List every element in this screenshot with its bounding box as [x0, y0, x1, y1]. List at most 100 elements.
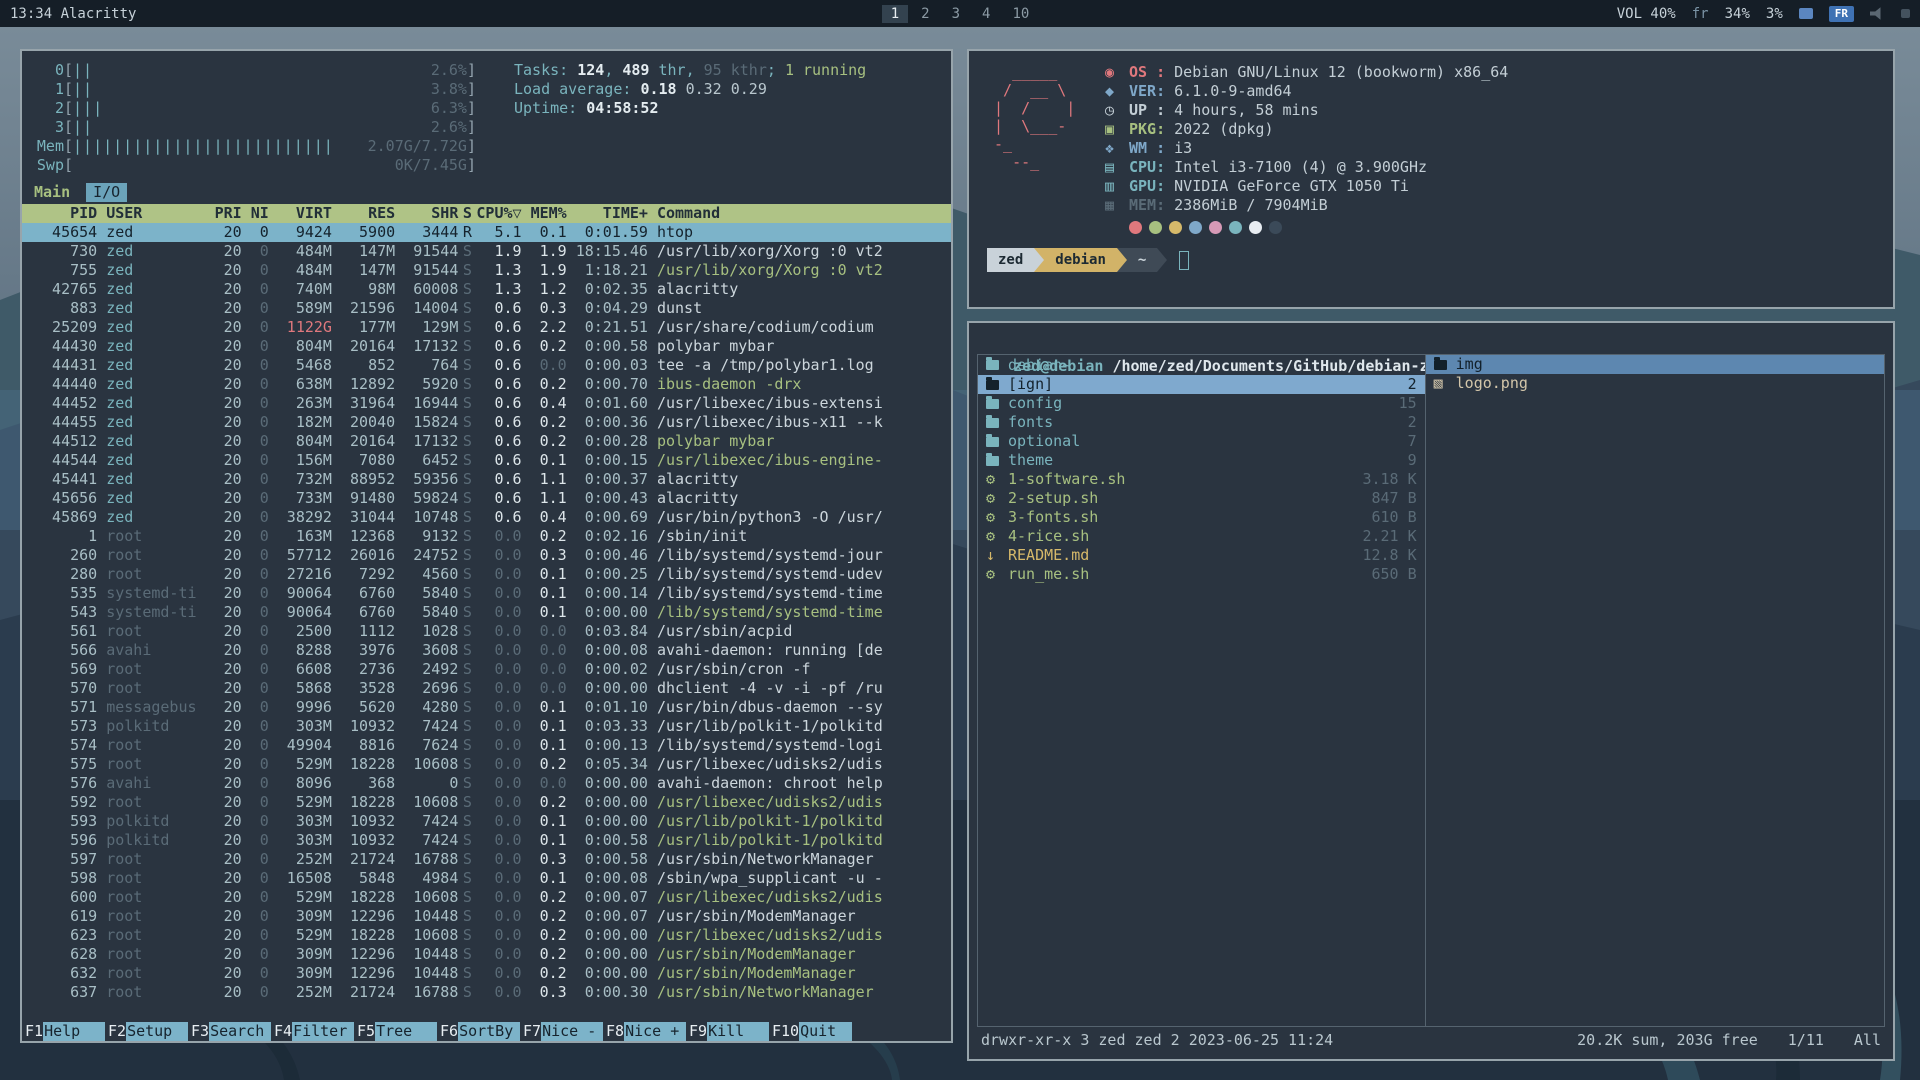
file-item-config[interactable]: config15	[978, 394, 1425, 413]
file-item-2-setup-sh[interactable]: ⚙2-setup.sh847 B	[978, 489, 1425, 508]
process-row-574[interactable]: 574root2004990488167624S0.00.10:00.13/li…	[22, 736, 951, 755]
process-row-42765[interactable]: 42765zed200740M98M60008S1.31.20:02.35ala…	[22, 280, 951, 299]
column-header-shr[interactable]: SHR	[395, 204, 458, 223]
process-row-44431[interactable]: 44431zed2005468852764S0.60.00:00.03tee -…	[22, 356, 951, 375]
process-row-596[interactable]: 596polkitd200303M109327424S0.00.10:00.58…	[22, 831, 951, 850]
process-row-45441[interactable]: 45441zed200732M8895259356S0.61.10:00.37a…	[22, 470, 951, 489]
column-header-virt[interactable]: VIRT	[269, 204, 332, 223]
file-item-theme[interactable]: theme9	[978, 451, 1425, 470]
file-item-4-rice-sh[interactable]: ⚙4-rice.sh2.21 K	[978, 527, 1425, 546]
tasks-line: Tasks: 124, 489 thr, 95 kthr; 1 running	[514, 61, 866, 80]
process-row-575[interactable]: 575root200529M1822810608S0.00.20:05.34/u…	[22, 755, 951, 774]
column-header-pri[interactable]: PRI	[206, 204, 242, 223]
file-item-run-me-sh[interactable]: ⚙run_me.sh650 B	[978, 565, 1425, 584]
file-item-img[interactable]: img	[1426, 355, 1884, 374]
fkey-f10[interactable]: F10Quit	[769, 1022, 852, 1041]
terminal-color-dots	[1129, 221, 1877, 234]
file-item-ign[interactable]: [ign]2	[978, 375, 1425, 394]
process-row-730[interactable]: 730zed200484M147M91544S1.91.918:15.46/us…	[22, 242, 951, 261]
process-row-883[interactable]: 883zed200589M2159614004S0.60.30:04.29dun…	[22, 299, 951, 318]
fkey-f5[interactable]: F5Tree	[354, 1022, 437, 1041]
process-row-45654[interactable]: 45654zed200942459003444R5.10.10:01.59hto…	[22, 223, 951, 242]
process-row-571[interactable]: 571messagebus200999656204280S0.00.10:01.…	[22, 698, 951, 717]
process-row-600[interactable]: 600root200529M1822810608S0.00.20:00.07/u…	[22, 888, 951, 907]
column-header-ni[interactable]: NI	[242, 204, 269, 223]
fkey-f1[interactable]: F1Help	[22, 1022, 105, 1041]
process-row-561[interactable]: 561root200250011121028S0.00.00:03.84/usr…	[22, 622, 951, 641]
fkey-f3[interactable]: F3Search	[188, 1022, 271, 1041]
process-row-628[interactable]: 628root200309M1229610448S0.00.20:00.00/u…	[22, 945, 951, 964]
color-dot	[1129, 221, 1142, 234]
column-header-pid[interactable]: PID	[34, 204, 97, 223]
fkey-f6[interactable]: F6SortBy	[437, 1022, 520, 1041]
file-item-optional[interactable]: optional7	[978, 432, 1425, 451]
file-item-readme-md[interactable]: ↓README.md12.8 K	[978, 546, 1425, 565]
workspace-4[interactable]: 4	[973, 5, 999, 23]
process-row-44455[interactable]: 44455zed200182M2004015824S0.60.20:00.36/…	[22, 413, 951, 432]
process-row-569[interactable]: 569root200660827362492S0.00.00:00.02/usr…	[22, 660, 951, 679]
fetch-os-row: ◉OS : Debian GNU/Linux 12 (bookworm) x86…	[1105, 63, 1877, 82]
workspace-3[interactable]: 3	[943, 5, 969, 23]
process-row-44452[interactable]: 44452zed200263M3196416944S0.60.40:01.60/…	[22, 394, 951, 413]
column-header-mem[interactable]: MEM%	[522, 204, 567, 223]
process-row-573[interactable]: 573polkitd200303M109327424S0.00.10:03.33…	[22, 717, 951, 736]
column-header-cmd[interactable]: Command	[648, 204, 951, 223]
process-row-260[interactable]: 260root200577122601624752S0.00.30:00.46/…	[22, 546, 951, 565]
process-row-623[interactable]: 623root200529M1822810608S0.00.20:00.00/u…	[22, 926, 951, 945]
column-header-user[interactable]: USER	[97, 204, 205, 223]
column-header-cpu[interactable]: CPU%▽	[476, 204, 521, 223]
process-row-280[interactable]: 280root2002721672924560S0.00.10:00.25/li…	[22, 565, 951, 584]
fm-pane-tab[interactable]: debian~	[978, 355, 1425, 375]
prompt-path-segment: ~	[1127, 248, 1157, 272]
process-row-45656[interactable]: 45656zed200733M9148059824S0.61.10:00.43a…	[22, 489, 951, 508]
meter-label: Mem	[34, 137, 64, 156]
process-row-592[interactable]: 592root200529M1822810608S0.00.20:00.00/u…	[22, 793, 951, 812]
markdown-icon: ↓	[986, 546, 1008, 565]
process-row-598[interactable]: 598root2001650858484984S0.00.10:00.08/sb…	[22, 869, 951, 888]
color-dot	[1229, 221, 1242, 234]
process-row-632[interactable]: 632root200309M1229610448S0.00.20:00.00/u…	[22, 964, 951, 983]
process-row-543[interactable]: 543systemd-ti2009006467605840S0.00.10:00…	[22, 603, 951, 622]
process-row-44430[interactable]: 44430zed200804M2016417132S0.60.20:00.58p…	[22, 337, 951, 356]
color-dot	[1249, 221, 1262, 234]
process-row-566[interactable]: 566avahi200828839763608S0.00.00:00.08ava…	[22, 641, 951, 660]
process-row-25209[interactable]: 25209zed2001122G177M129MS0.62.20:21.51/u…	[22, 318, 951, 337]
process-row-44440[interactable]: 44440zed200638M128925920S0.60.20:00.70ib…	[22, 375, 951, 394]
fkey-f9[interactable]: F9Kill	[686, 1022, 769, 1041]
process-row-44512[interactable]: 44512zed200804M2016417132S0.60.20:00.28p…	[22, 432, 951, 451]
fkey-f8[interactable]: F8Nice +	[603, 1022, 686, 1041]
process-row-535[interactable]: 535systemd-ti2009006467605840S0.00.10:00…	[22, 584, 951, 603]
file-info: 3.18 K	[1362, 470, 1416, 489]
color-dot	[1149, 221, 1162, 234]
fkey-f4[interactable]: F4Filter	[271, 1022, 354, 1041]
file-info: 610 B	[1372, 508, 1417, 527]
process-row-755[interactable]: 755zed200484M147M91544S1.31.91:18.21/usr…	[22, 261, 951, 280]
file-item-3-fonts-sh[interactable]: ⚙3-fonts.sh610 B	[978, 508, 1425, 527]
fetch-value: Debian GNU/Linux 12 (bookworm) x86_64	[1174, 63, 1508, 82]
fkey-f7[interactable]: F7Nice -	[520, 1022, 603, 1041]
process-row-45869[interactable]: 45869zed200382923104410748S0.60.40:00.69…	[22, 508, 951, 527]
folder-icon	[986, 437, 999, 447]
process-row-597[interactable]: 597root200252M2172416788S0.00.30:00.58/u…	[22, 850, 951, 869]
fkey-f2[interactable]: F2Setup	[105, 1022, 188, 1041]
process-row-637[interactable]: 637root200252M2172416788S0.00.30:00.30/u…	[22, 983, 951, 1002]
column-header-res[interactable]: RES	[332, 204, 395, 223]
tab-io[interactable]: I/O	[86, 183, 127, 202]
terminal-cursor[interactable]	[1179, 251, 1189, 270]
process-row-44544[interactable]: 44544zed200156M70806452S0.60.10:00.15/us…	[22, 451, 951, 470]
workspace-2[interactable]: 2	[912, 5, 938, 23]
process-row-576[interactable]: 576avahi20080963680S0.00.00:00.00avahi-d…	[22, 774, 951, 793]
workspace-1[interactable]: 1	[882, 5, 908, 23]
column-header-s[interactable]: S	[458, 204, 476, 223]
process-row-593[interactable]: 593polkitd200303M109327424S0.00.10:00.00…	[22, 812, 951, 831]
process-row-619[interactable]: 619root200309M1229610448S0.00.20:00.07/u…	[22, 907, 951, 926]
file-item-logo-png[interactable]: ▧logo.png	[1426, 374, 1884, 393]
file-item-fonts[interactable]: fonts2	[978, 413, 1425, 432]
column-header-time[interactable]: TIME+	[567, 204, 648, 223]
fetch-terminal-window: _____ / __ \ | / | | \___- -_ --_ ◉OS : …	[967, 49, 1895, 309]
workspace-10[interactable]: 10	[1003, 5, 1038, 23]
file-item-1-software-sh[interactable]: ⚙1-software.sh3.18 K	[978, 470, 1425, 489]
tab-main[interactable]: Main	[34, 183, 70, 202]
process-row-570[interactable]: 570root200586835282696S0.00.00:00.00dhcl…	[22, 679, 951, 698]
process-row-1[interactable]: 1root200163M123689132S0.00.20:02.16/sbin…	[22, 527, 951, 546]
